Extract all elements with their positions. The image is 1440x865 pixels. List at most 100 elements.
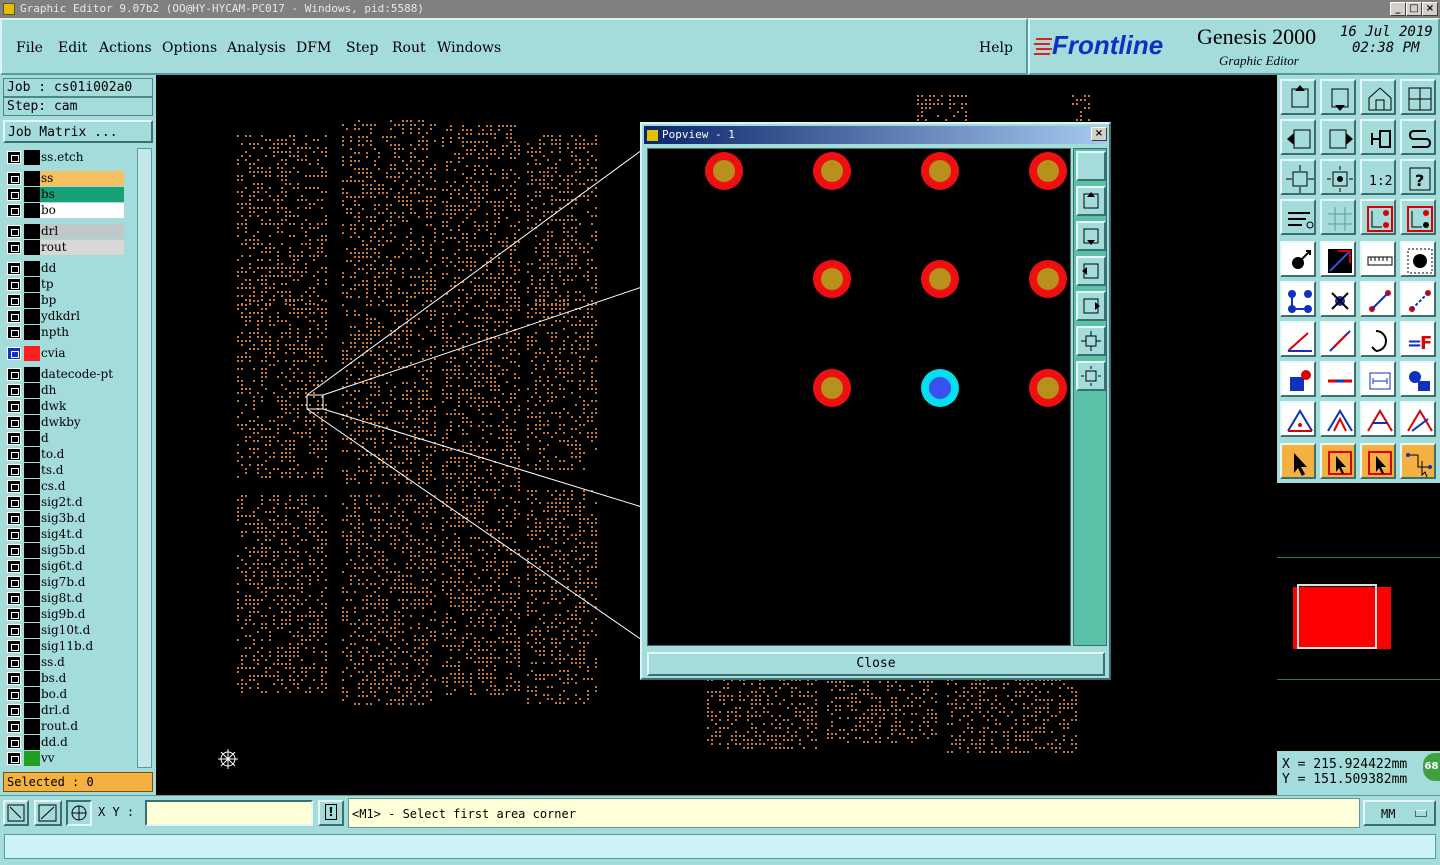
- layer-checkbox[interactable]: [7, 204, 21, 217]
- popview-pan-left-icon[interactable]: [1076, 256, 1106, 286]
- layer-checkbox[interactable]: [7, 688, 21, 701]
- pan-left-icon[interactable]: [1280, 119, 1316, 155]
- job-matrix-button[interactable]: Job Matrix ...: [3, 120, 153, 143]
- layer-label[interactable]: ss.etch: [40, 150, 124, 165]
- menu-options[interactable]: Options: [162, 40, 217, 56]
- info-icon[interactable]: !: [318, 800, 344, 826]
- layer-checkbox[interactable]: [7, 560, 21, 573]
- layer-row-sig5b-d[interactable]: sig5b.d: [6, 543, 124, 558]
- layer-checkbox[interactable]: [7, 278, 21, 291]
- units-select[interactable]: MM: [1363, 800, 1436, 826]
- arc-icon[interactable]: [1360, 321, 1396, 357]
- layer-row-sig2t-d[interactable]: sig2t.d: [6, 495, 124, 510]
- layer-label[interactable]: bo: [40, 203, 124, 218]
- route-d-icon[interactable]: [1400, 401, 1436, 437]
- layer-checkbox[interactable]: [7, 368, 21, 381]
- node-connect-icon[interactable]: [1280, 281, 1316, 317]
- popview-close-icon[interactable]: ×: [1091, 127, 1107, 141]
- layer-label[interactable]: dwkby: [40, 415, 124, 430]
- layer-label[interactable]: drl: [40, 224, 124, 239]
- popview-zoom-icon[interactable]: [1076, 151, 1106, 181]
- drill-pad[interactable]: [813, 260, 851, 298]
- layer-label[interactable]: ts.d: [40, 463, 124, 478]
- layer-checkbox[interactable]: [7, 608, 21, 621]
- layer-row-bs-d[interactable]: bs.d: [6, 671, 124, 686]
- layer-label[interactable]: sig8t.d: [40, 591, 124, 606]
- layer-label[interactable]: sig10t.d: [40, 623, 124, 638]
- layer-row-bp[interactable]: bp: [6, 293, 124, 308]
- undo-view-icon[interactable]: [1360, 119, 1396, 155]
- layer-checkbox[interactable]: [7, 752, 21, 765]
- select-box-icon[interactable]: [1320, 443, 1356, 479]
- drill-pad[interactable]: [1029, 260, 1067, 298]
- layer-checkbox[interactable]: [7, 528, 21, 541]
- notification-badge[interactable]: 68: [1423, 753, 1440, 781]
- center-line-icon[interactable]: [1320, 361, 1356, 397]
- layer-label[interactable]: bp: [40, 293, 124, 308]
- layer-row-sig11b-d[interactable]: sig11b.d: [6, 639, 124, 654]
- layer-label[interactable]: bo.d: [40, 687, 124, 702]
- select-feature-icon[interactable]: [1280, 241, 1316, 277]
- layer-label[interactable]: rout: [40, 240, 124, 255]
- layer-label[interactable]: vv: [40, 751, 124, 766]
- route-a-icon[interactable]: [1280, 401, 1316, 437]
- menu-edit[interactable]: Edit: [58, 40, 87, 56]
- layer-label[interactable]: rout.d: [40, 719, 124, 734]
- menu-file[interactable]: File: [16, 40, 43, 56]
- layer-label[interactable]: dd: [40, 261, 124, 276]
- pad-icon[interactable]: [1400, 241, 1436, 277]
- layer-label[interactable]: ss.d: [40, 655, 124, 670]
- layer-label[interactable]: datecode-pt: [40, 367, 124, 382]
- layer-label[interactable]: tp: [40, 277, 124, 292]
- add-line-icon[interactable]: [1360, 281, 1396, 317]
- layer-checkbox[interactable]: [7, 326, 21, 339]
- layer-row-datecode-pt[interactable]: datecode-pt: [6, 367, 124, 382]
- net-connect-icon[interactable]: [1400, 199, 1436, 235]
- layer-checkbox[interactable]: [7, 704, 21, 717]
- layer-label[interactable]: sig3b.d: [40, 511, 124, 526]
- layer-label[interactable]: cvia: [40, 346, 124, 361]
- layer-label[interactable]: npth: [40, 325, 124, 340]
- help-icon[interactable]: ?: [1400, 159, 1436, 195]
- layer-row-cvia[interactable]: cvia: [6, 346, 124, 361]
- layer-checkbox[interactable]: [7, 656, 21, 669]
- shape-icon[interactable]: [1400, 361, 1436, 397]
- layer-row-ss[interactable]: ss: [6, 171, 124, 186]
- overview-map[interactable]: [1277, 483, 1440, 751]
- grid-icon[interactable]: [66, 800, 92, 826]
- popview-zoom-out-icon[interactable]: [1076, 326, 1106, 356]
- layer-row-sig8t-d[interactable]: sig8t.d: [6, 591, 124, 606]
- layer-checkbox[interactable]: [7, 384, 21, 397]
- zoom-center-icon[interactable]: [1320, 159, 1356, 195]
- menu-windows[interactable]: Windows: [437, 40, 501, 56]
- layer-checkbox[interactable]: [7, 496, 21, 509]
- minimize-button[interactable]: _: [1390, 2, 1406, 16]
- layer-row-bo-d[interactable]: bo.d: [6, 687, 124, 702]
- split-view-icon[interactable]: [1400, 79, 1436, 115]
- layer-checkbox[interactable]: [7, 672, 21, 685]
- layer-row-ts-d[interactable]: ts.d: [6, 463, 124, 478]
- layer-checkbox[interactable]: [7, 640, 21, 653]
- layer-label[interactable]: to.d: [40, 447, 124, 462]
- layer-label[interactable]: dh: [40, 383, 124, 398]
- layer-checkbox[interactable]: [7, 544, 21, 557]
- layer-row-drl-d[interactable]: drl.d: [6, 703, 124, 718]
- layer-label[interactable]: ss: [40, 171, 124, 186]
- angle-icon[interactable]: [1280, 321, 1316, 357]
- layer-label[interactable]: bs: [40, 187, 124, 202]
- layer-row-sig7b-d[interactable]: sig7b.d: [6, 575, 124, 590]
- popview-pan-right-icon[interactable]: [1076, 291, 1106, 321]
- route-c-icon[interactable]: [1360, 401, 1396, 437]
- layer-row-rout-d[interactable]: rout.d: [6, 719, 124, 734]
- layer-row-dwkby[interactable]: dwkby: [6, 415, 124, 430]
- dimension-icon[interactable]: [1360, 361, 1396, 397]
- layer-checkbox[interactable]: [7, 592, 21, 605]
- menu-rout[interactable]: Rout: [392, 40, 426, 56]
- layer-label[interactable]: ydkdrl: [40, 309, 124, 324]
- layer-row-vv[interactable]: vv: [6, 751, 124, 766]
- drill-pad[interactable]: [921, 260, 959, 298]
- overview-view-rect[interactable]: [1297, 584, 1377, 649]
- redo-view-icon[interactable]: [1400, 119, 1436, 155]
- layer-row-dd[interactable]: dd: [6, 261, 124, 276]
- add-arc-icon[interactable]: [1400, 281, 1436, 317]
